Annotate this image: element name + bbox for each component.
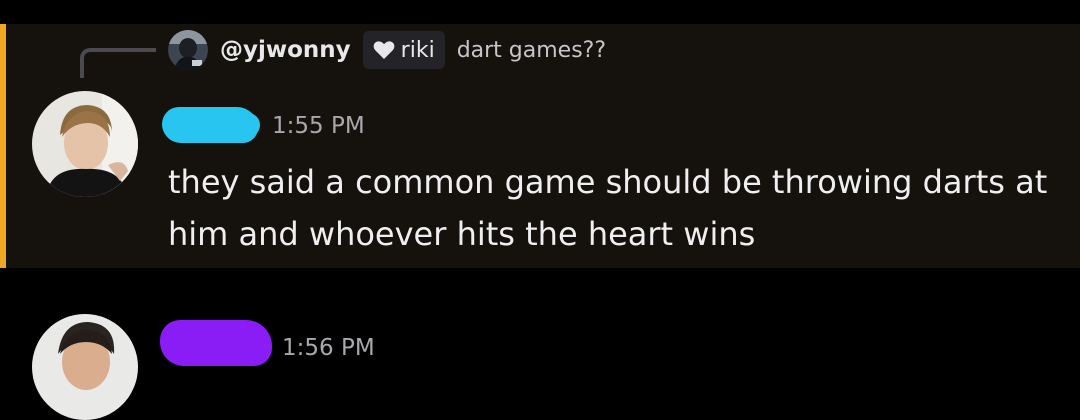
role-name: riki xyxy=(400,37,435,63)
reply-avatar[interactable] xyxy=(168,30,208,70)
next-message-timestamp[interactable]: 1:56 PM xyxy=(282,332,375,364)
message-timestamp[interactable]: 1:55 PM xyxy=(272,110,365,142)
next-author-avatar[interactable] xyxy=(32,314,138,420)
mention-accent-bar xyxy=(0,24,6,268)
redacted-username-tail xyxy=(236,113,260,137)
redacted-next-username xyxy=(160,320,272,366)
message-content: they said a common game should be throwi… xyxy=(168,163,1048,253)
reply-username[interactable]: @yjwonny xyxy=(220,37,351,63)
reply-snippet[interactable]: dart games?? xyxy=(457,38,606,63)
author-avatar[interactable] xyxy=(32,91,138,197)
role-tag: riki xyxy=(362,31,445,69)
reply-connector-line xyxy=(80,48,156,78)
heart-icon xyxy=(373,40,395,60)
top-gap xyxy=(0,0,1080,24)
reply-reference[interactable]: @yjwonny riki dart games?? xyxy=(168,30,606,70)
